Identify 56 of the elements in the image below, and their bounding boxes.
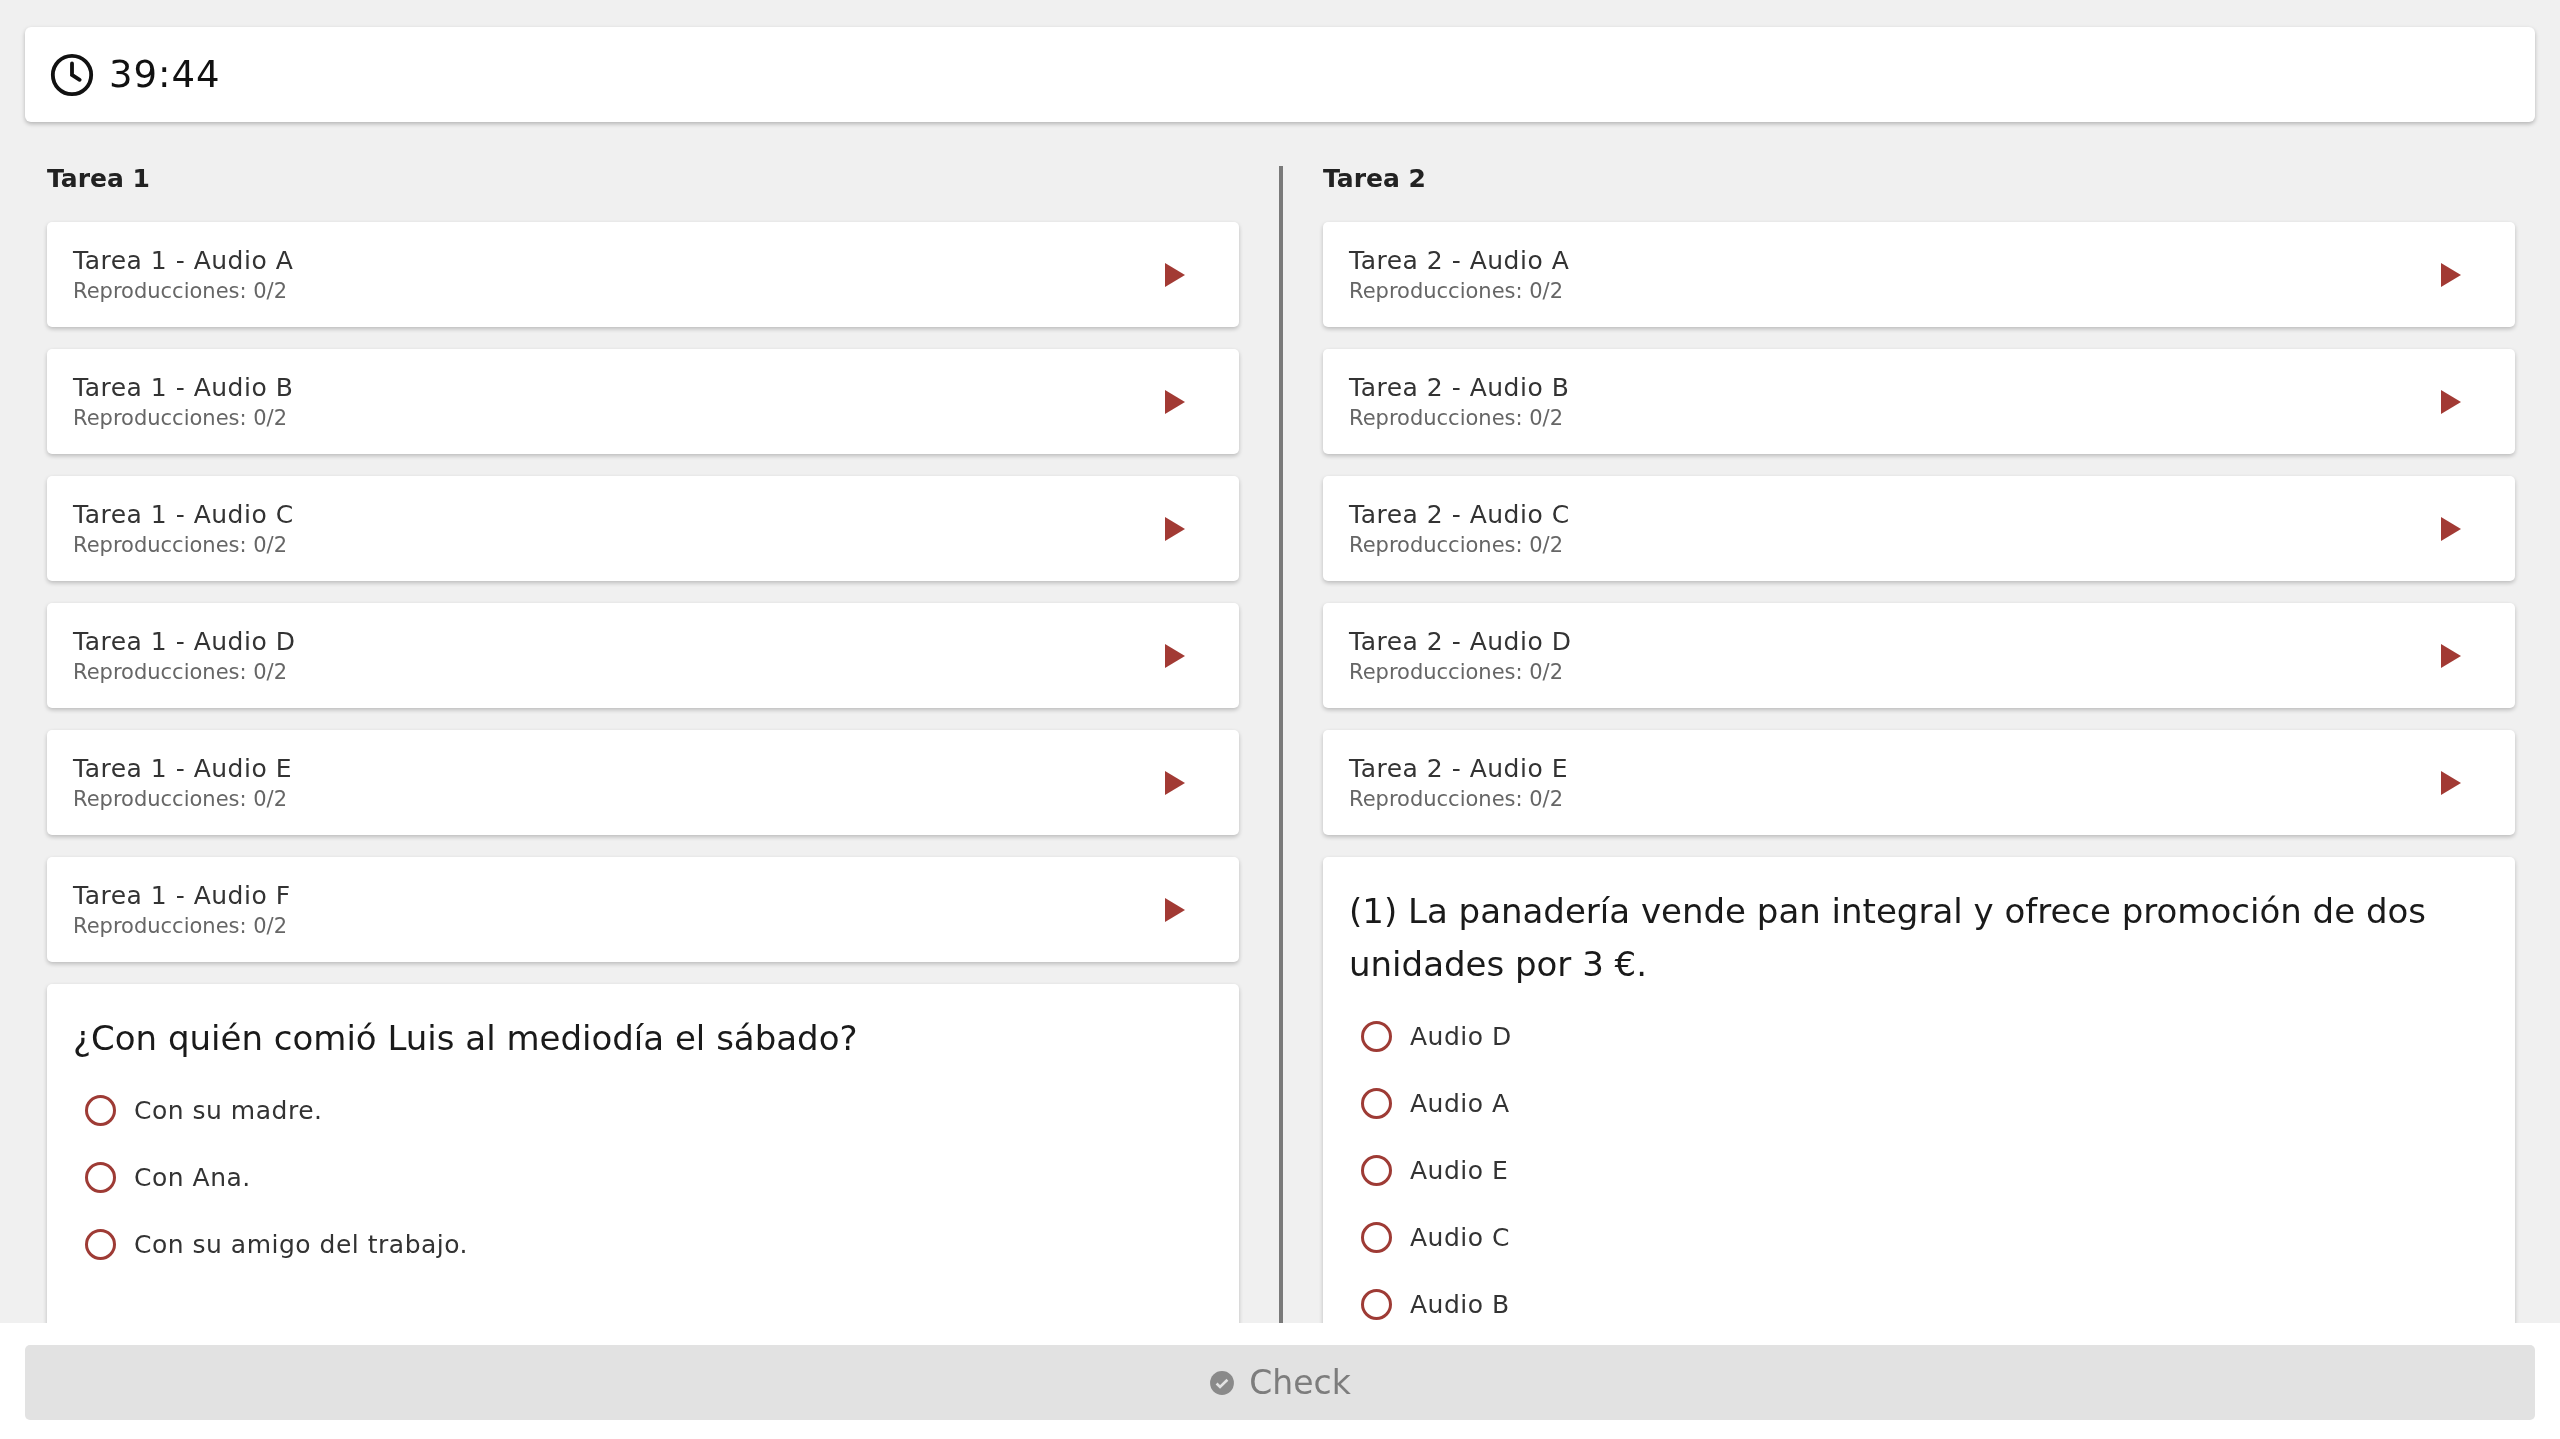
audio-title: Tarea 1 - Audio F: [73, 881, 291, 910]
radio-button[interactable]: [85, 1229, 116, 1260]
answer-option[interactable]: Audio B: [1349, 1271, 2489, 1323]
play-icon: [1165, 516, 1185, 541]
play-icon: [2441, 516, 2461, 541]
play-icon: [1165, 643, 1185, 668]
answer-option[interactable]: Con Ana.: [73, 1144, 1213, 1211]
audio-title: Tarea 1 - Audio D: [73, 627, 296, 656]
radio-button[interactable]: [1361, 1155, 1392, 1186]
question-text: (1) La panadería vende pan integral y ofrece promoción de dos unidades por 3 €.: [1349, 890, 2427, 986]
play-icon: [1165, 389, 1185, 414]
answer-option[interactable]: Con su madre.: [73, 1077, 1213, 1144]
play-icon: [2441, 770, 2461, 795]
clock-icon: [49, 51, 95, 98]
audio-title: Tarea 1 - Audio C: [73, 500, 294, 529]
audio-title: Tarea 2 - Audio C: [1349, 500, 1570, 529]
play-icon: [2441, 262, 2461, 287]
answer-option[interactable]: Audio D: [1349, 1003, 2489, 1070]
audio-title: Tarea 2 - Audio A: [1349, 246, 1570, 275]
radio-button[interactable]: [1361, 1222, 1392, 1253]
radio-button[interactable]: [1361, 1289, 1392, 1320]
answer-option[interactable]: Audio E: [1349, 1137, 2489, 1204]
audio-title: Tarea 1 - Audio E: [73, 754, 292, 783]
play-icon: [2441, 389, 2461, 414]
play-count: Reproducciones: 0/2: [73, 914, 289, 938]
play-count: Reproducciones: 0/2: [73, 660, 289, 684]
check-circle-icon: [1209, 1369, 1236, 1396]
play-count: Reproducciones: 0/2: [1349, 787, 1565, 811]
play-count: Reproducciones: 0/2: [73, 533, 289, 557]
play-count: Reproducciones: 0/2: [1349, 660, 1565, 684]
play-count: Reproducciones: 0/2: [73, 279, 289, 303]
play-count: Reproducciones: 0/2: [73, 787, 289, 811]
question-text: ¿Con quién comió Luis al mediodía el sábado?: [73, 1017, 859, 1060]
audio-title: Tarea 1 - Audio B: [73, 373, 294, 402]
audio-title: Tarea 2 - Audio D: [1349, 627, 1572, 656]
audio-title: Tarea 2 - Audio B: [1349, 373, 1570, 402]
answer-option[interactable]: Audio C: [1349, 1204, 2489, 1271]
audio-title: Tarea 1 - Audio A: [73, 246, 294, 275]
radio-button[interactable]: [85, 1095, 116, 1126]
play-count: Reproducciones: 0/2: [1349, 279, 1565, 303]
play-count: Reproducciones: 0/2: [1349, 406, 1565, 430]
audio-title: Tarea 2 - Audio E: [1349, 754, 1568, 783]
play-count: Reproducciones: 0/2: [73, 406, 289, 430]
section-heading: Tarea 1: [47, 166, 151, 192]
answer-option[interactable]: Con su amigo del trabajo.: [73, 1211, 1213, 1278]
radio-button[interactable]: [1361, 1021, 1392, 1052]
section-heading: Tarea 2: [1323, 166, 1427, 192]
play-icon: [1165, 770, 1185, 795]
play-icon: [2441, 643, 2461, 668]
radio-button[interactable]: [85, 1162, 116, 1193]
play-icon: [1165, 262, 1185, 287]
timer-text: 39:44: [109, 53, 221, 96]
answer-option[interactable]: Audio A: [1349, 1070, 2489, 1137]
radio-button[interactable]: [1361, 1088, 1392, 1119]
play-count: Reproducciones: 0/2: [1349, 533, 1565, 557]
play-icon: [1165, 897, 1185, 922]
